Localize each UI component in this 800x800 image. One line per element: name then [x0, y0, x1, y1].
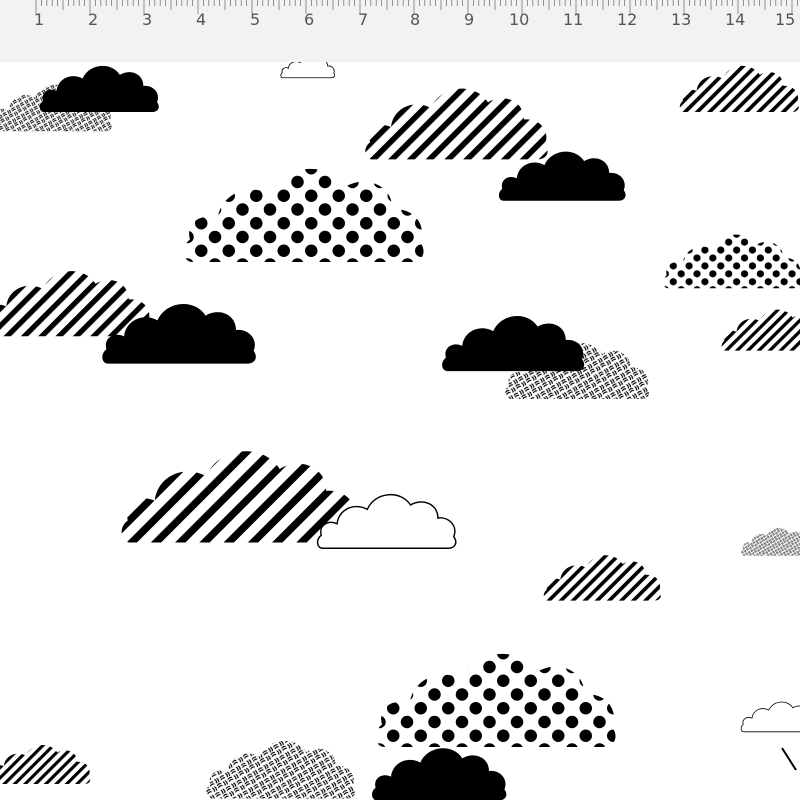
ruler-number-4: 4	[196, 10, 207, 29]
cloud-solid-center	[442, 315, 585, 372]
cloud-weave-bottom	[206, 740, 355, 799]
cloud-stripes-small-right	[543, 555, 661, 601]
ruler-number-5: 5	[250, 10, 261, 29]
ruler-number-9: 9	[464, 10, 475, 29]
cloud-dots-right	[663, 234, 800, 289]
cloud-dots-upper-left	[183, 168, 424, 262]
ruler-number-1: 1	[34, 10, 45, 29]
cloud-weave-right-edge	[741, 527, 800, 556]
ruler-number-3: 3	[142, 10, 153, 29]
cloud-outline-top	[280, 62, 336, 79]
cloud-stripes-right-edge	[721, 309, 800, 351]
ruler-number-6: 6	[304, 10, 315, 29]
ruler-number-12: 12	[617, 10, 638, 29]
ruler-number-11: 11	[563, 10, 584, 29]
ruler-number-15: 15	[775, 10, 796, 29]
cloud-print-fabric	[0, 62, 800, 800]
ruler-number-2: 2	[88, 10, 99, 29]
cloud-stripes-top-right	[679, 65, 799, 113]
ruler-number-14: 14	[725, 10, 746, 29]
ruler-number-10: 10	[509, 10, 530, 29]
cloud-solid-bottom	[372, 748, 507, 800]
measuring-ruler: 1 2 3 4 5 6 7 8 9 10 11 12 13 14 15	[0, 0, 800, 63]
ruler-number-8: 8	[410, 10, 421, 29]
cloud-dots-bottom-center	[375, 653, 616, 747]
cloud-stripes-bottom-left	[0, 744, 91, 785]
ruler-number-7: 7	[358, 10, 369, 29]
cloud-stripes-top-center	[365, 88, 548, 160]
cloud-outline-bottom-right	[740, 701, 800, 771]
cloud-solid-top-left	[39, 65, 159, 113]
ruler-number-13: 13	[671, 10, 692, 29]
